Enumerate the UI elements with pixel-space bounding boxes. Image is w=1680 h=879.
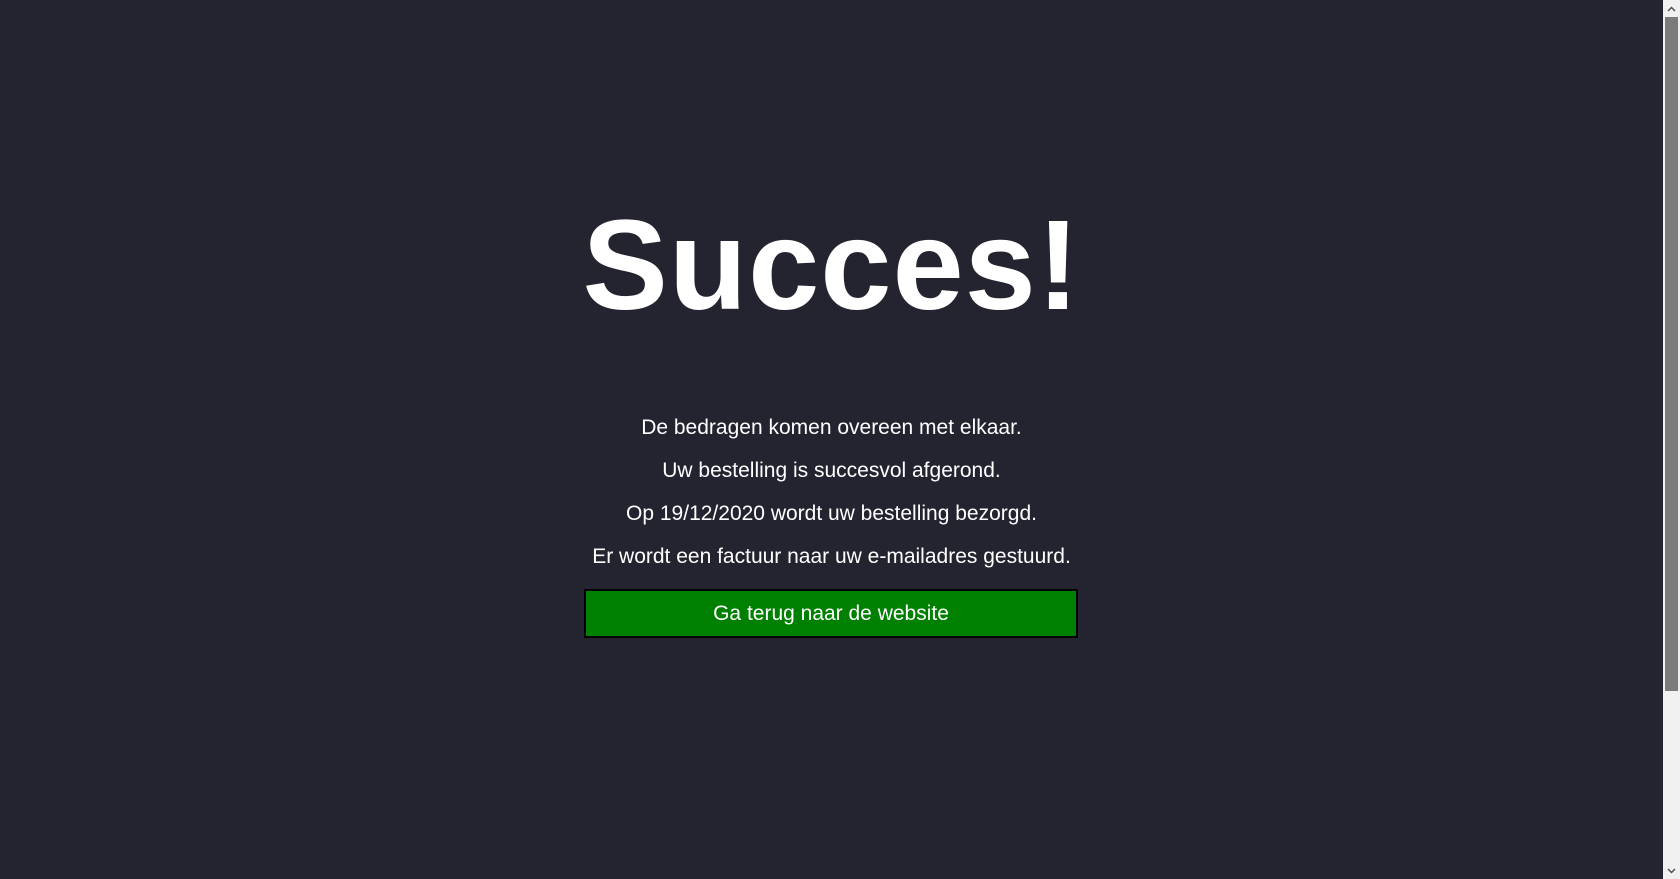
page-title: Succes! xyxy=(582,194,1081,337)
chevron-up-icon xyxy=(1667,5,1676,12)
scroll-up-button[interactable] xyxy=(1663,0,1680,17)
browser-viewport: Succes! De bedragen komen overeen met el… xyxy=(0,0,1680,879)
message-order-complete: Uw bestelling is succesvol afgerond. xyxy=(662,459,1001,482)
message-invoice-email: Er wordt een factuur naar uw e-mailadres… xyxy=(592,545,1071,568)
vertical-scrollbar[interactable] xyxy=(1663,0,1680,879)
back-to-website-button[interactable]: Ga terug naar de website xyxy=(584,589,1078,638)
scrollbar-thumb[interactable] xyxy=(1665,17,1678,691)
message-delivery-date: Op 19/12/2020 wordt uw bestelling bezorg… xyxy=(626,502,1037,525)
chevron-down-icon xyxy=(1667,867,1676,874)
message-amounts-match: De bedragen komen overeen met elkaar. xyxy=(641,416,1022,439)
success-page: Succes! De bedragen komen overeen met el… xyxy=(0,0,1663,879)
scroll-down-button[interactable] xyxy=(1663,862,1680,879)
